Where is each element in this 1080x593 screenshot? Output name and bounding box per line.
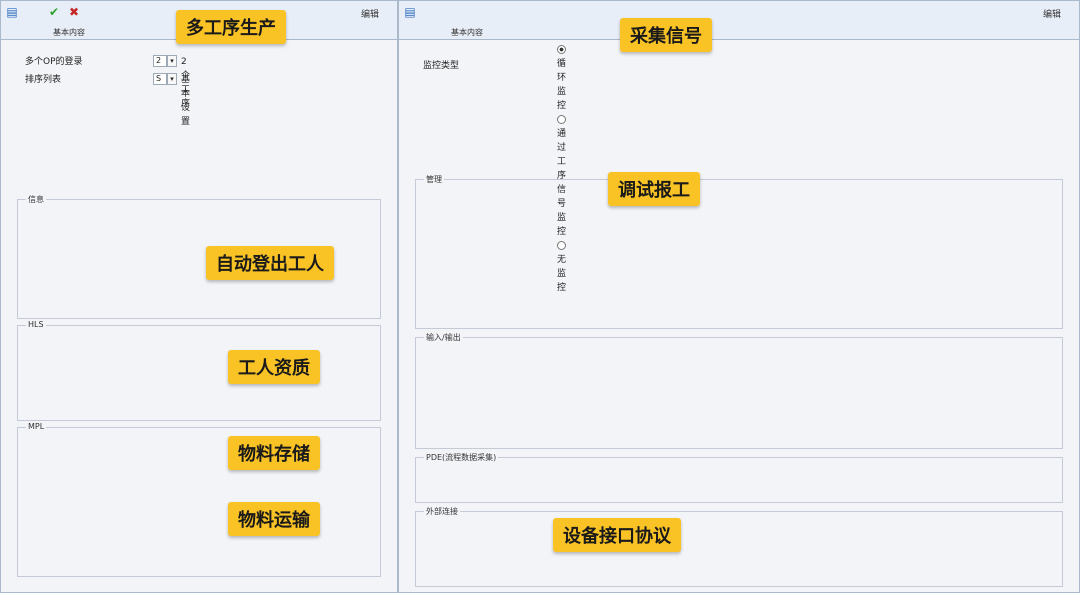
right-content: 监控类型 循环监控 通过工序信号监控 无监控 管理 输入/输出 PDE(流程数据… (407, 39, 1071, 587)
left-ribbon-group: 基本内容 (53, 28, 85, 37)
callout-debug-report: 调试报工 (608, 172, 700, 206)
document-icon[interactable]: ▤ (5, 5, 19, 19)
section-external-caption: 外部连接 (424, 506, 460, 517)
callout-material-transport: 物料运输 (228, 502, 320, 536)
section-mpl-caption: MPL (26, 422, 47, 431)
section-management-caption: 管理 (424, 174, 444, 185)
section-external: 外部连接 (415, 506, 1063, 587)
callout-material-storage: 物料存储 (228, 436, 320, 470)
section-management: 管理 (415, 174, 1063, 329)
callout-device-protocol: 设备接口协议 (553, 518, 681, 552)
section-pde: PDE(流程数据采集) (415, 452, 1063, 503)
section-info-caption: 信息 (26, 194, 46, 205)
radio-icon[interactable] (557, 45, 566, 54)
right-ribbon-group: 基本内容 (451, 28, 483, 37)
left-row-1-value[interactable]: S (153, 73, 167, 85)
save-check-icon[interactable]: ✔ (47, 5, 61, 19)
radio-icon[interactable] (557, 115, 566, 124)
callout-signal: 采集信号 (620, 18, 712, 52)
left-ribbon-title: 编辑 (360, 10, 379, 20)
section-io-caption: 输入/输出 (424, 332, 463, 343)
section-pde-caption: PDE(流程数据采集) (424, 452, 499, 463)
monitor-option-0[interactable]: 循环监控 (557, 43, 569, 113)
section-mpl: MPL (17, 422, 381, 577)
left-row-0-dropdown-icon[interactable]: ▾ (167, 55, 177, 67)
right-panel: ▤ 编辑 基本内容 监控类型 循环监控 通过工序信号监控 无监控 管理 输入/输… (398, 0, 1080, 593)
left-row-1-extra: 基本设置 (181, 75, 191, 127)
section-hls-caption: HLS (26, 320, 46, 329)
callout-auto-logout: 自动登出工人 (206, 246, 334, 280)
left-panel: ▤ ✔ ✖ 编辑 基本内容 多个OP的登录 2 ▾ 2个工序 排序列表 S ▾ … (0, 0, 398, 593)
left-row-0-label: 多个OP的登录 (25, 57, 83, 67)
left-row-1-label: 排序列表 (25, 75, 62, 85)
cancel-x-icon[interactable]: ✖ (67, 5, 81, 19)
document-icon[interactable]: ▤ (403, 5, 417, 19)
callout-worker-qual: 工人资质 (228, 350, 320, 384)
left-content: 多个OP的登录 2 ▾ 2个工序 排序列表 S ▾ 基本设置 信息 HLS MP… (9, 39, 389, 586)
section-io: 输入/输出 (415, 332, 1063, 449)
left-row-1-dropdown-icon[interactable]: ▾ (167, 73, 177, 85)
callout-multi-op: 多工序生产 (176, 10, 286, 44)
right-ribbon-title: 编辑 (1042, 10, 1061, 20)
section-hls: HLS (17, 320, 381, 421)
right-ribbon: ▤ 编辑 基本内容 (399, 1, 1079, 40)
monitor-type-label: 监控类型 (423, 61, 460, 71)
left-row-0-value[interactable]: 2 (153, 55, 167, 67)
